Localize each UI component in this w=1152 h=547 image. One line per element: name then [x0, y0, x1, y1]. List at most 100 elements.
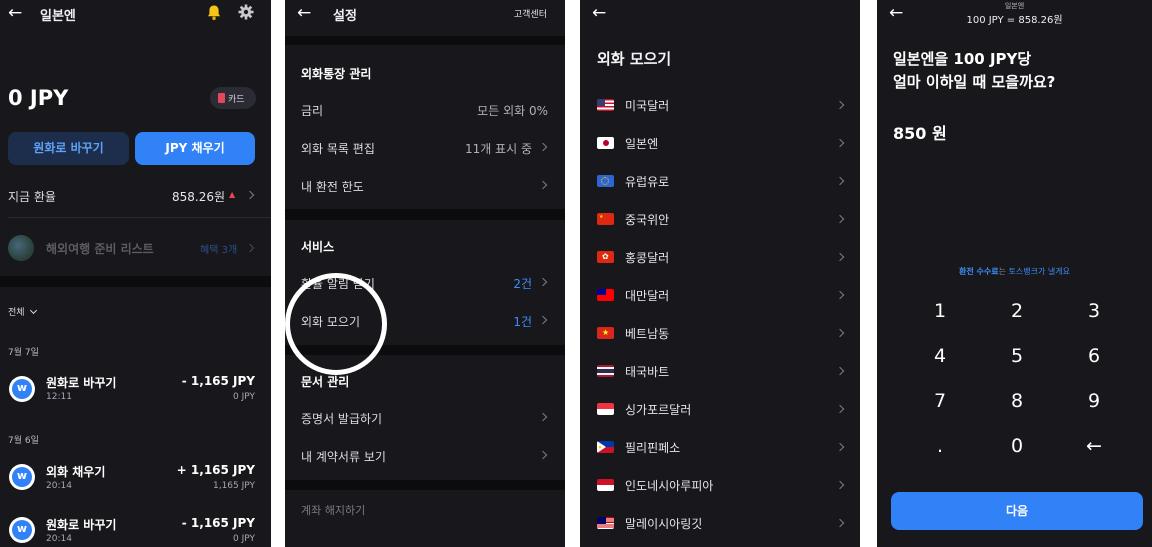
currency-item-myr[interactable]: 말레이시아링깃	[580, 509, 860, 537]
currency-item-twd[interactable]: 대만달러	[580, 281, 860, 309]
bell-icon[interactable]	[206, 4, 222, 21]
currency-name: 싱가포르달러	[625, 403, 692, 417]
convert-to-krw-button[interactable]: 원화로 바꾸기	[8, 132, 129, 165]
chevron-right-icon	[538, 450, 548, 460]
back-button[interactable]: ←	[297, 3, 311, 23]
currency-item-vnd[interactable]: ★ 베트남동	[580, 319, 860, 347]
fee-note-text: 는	[998, 267, 1009, 276]
issue-certificate-row[interactable]: 증명서 발급하기	[285, 403, 565, 433]
exchange-limit-row[interactable]: 내 환전 한도	[285, 171, 565, 201]
page-title: 외화 모으기	[597, 50, 672, 68]
currency-item-php[interactable]: 필리핀페소	[580, 433, 860, 461]
key-3[interactable]: 3	[1064, 300, 1124, 322]
date-header: 7월 7일	[8, 348, 39, 358]
benefit-count: 혜택 3개	[200, 245, 238, 256]
exchange-rate-row[interactable]: 지금 환율 858.26원 ▲	[0, 180, 271, 210]
row-label: 증명서 발급하기	[301, 412, 383, 426]
back-button[interactable]: ←	[592, 3, 606, 23]
transaction-row[interactable]: w 원화로 바꾸기 20:14 - 1,165 JPY 0 JPY	[0, 512, 271, 547]
currency-item-thb[interactable]: 태국바트	[580, 357, 860, 385]
next-button[interactable]: 다음	[891, 492, 1143, 530]
row-value: 11개 표시 중	[464, 142, 532, 156]
card-icon	[218, 93, 225, 103]
currency-item-hkd[interactable]: ✿ 홍콩달러	[580, 243, 860, 271]
key-9[interactable]: 9	[1064, 390, 1124, 412]
currency-name: 대만달러	[625, 289, 670, 303]
currency-item-sgd[interactable]: 싱가포르달러	[580, 395, 860, 423]
travel-prep-row[interactable]: 해외여행 준비 리스트 혜택 3개	[0, 232, 271, 262]
date-header: 7월 6일	[8, 436, 39, 446]
transaction-row[interactable]: w 외화 채우기 20:14 + 1,165 JPY 1,165 JPY	[0, 459, 271, 497]
key-1[interactable]: 1	[910, 300, 970, 322]
transaction-title: 외화 채우기	[46, 465, 106, 479]
transaction-amount: - 1,165 JPY	[181, 516, 255, 530]
interest-rate-row[interactable]: 금리 모든 외화 0%	[285, 95, 565, 125]
settings-screen: ← 설정 고객센터 외화통장 관리 금리 모든 외화 0% 외화 목록 편집 1…	[285, 0, 565, 547]
key-2[interactable]: 2	[987, 300, 1047, 322]
row-label: 금리	[301, 104, 324, 118]
currency-item-idr[interactable]: 인도네시아루피아	[580, 471, 860, 499]
rate-value: 858.26원	[172, 190, 226, 204]
transaction-amount: + 1,165 JPY	[176, 463, 255, 477]
customer-center-link[interactable]: 고객센터	[514, 7, 547, 20]
currency-name: 유럽유로	[625, 175, 670, 189]
chevron-right-icon	[245, 190, 255, 200]
back-button[interactable]: ←	[8, 3, 22, 23]
row-value: 모든 외화 0%	[477, 104, 548, 118]
key-8[interactable]: 8	[987, 390, 1047, 412]
section-separator	[0, 276, 271, 287]
currency-name: 미국달러	[625, 99, 670, 113]
key-4[interactable]: 4	[910, 345, 970, 367]
card-chip[interactable]: 카드	[210, 87, 256, 109]
chevron-right-icon	[835, 328, 845, 338]
balance-amount: 0 JPY	[8, 86, 69, 110]
currency-item-jpy[interactable]: 일본엔	[580, 129, 860, 157]
key-0[interactable]: 0	[987, 435, 1047, 457]
transaction-title: 원화로 바꾸기	[46, 518, 117, 532]
currency-item-cny[interactable]: ★ 중국위안	[580, 205, 860, 233]
section-title: 외화통장 관리	[301, 67, 372, 81]
ph-flag-icon	[597, 441, 614, 453]
cn-flag-icon: ★	[597, 213, 614, 225]
chevron-right-icon	[835, 442, 845, 452]
key-5[interactable]: 5	[987, 345, 1047, 367]
fill-jpy-button[interactable]: JPY 채우기	[135, 132, 255, 165]
chevron-right-icon	[538, 412, 548, 422]
chevron-right-icon	[835, 404, 845, 414]
header-currency: 일본엔	[1004, 2, 1025, 10]
chevron-right-icon	[835, 518, 845, 528]
eu-flag-icon	[597, 175, 614, 187]
key-6[interactable]: 6	[1064, 345, 1124, 367]
chevron-right-icon	[538, 142, 548, 152]
chevron-right-icon	[835, 176, 845, 186]
hk-flag-icon: ✿	[597, 251, 614, 263]
chevron-right-icon	[538, 315, 548, 325]
amount-input[interactable]: 850 원	[893, 120, 947, 144]
currency-item-eur[interactable]: 유럽유로	[580, 167, 860, 195]
section-separator	[285, 36, 565, 45]
sg-flag-icon	[597, 403, 614, 415]
card-label: 카드	[228, 95, 245, 105]
chevron-right-icon	[245, 243, 255, 253]
backspace-key[interactable]: ←	[1064, 435, 1124, 457]
transaction-time: 20:14	[46, 481, 72, 491]
key-7[interactable]: 7	[910, 390, 970, 412]
tw-flag-icon	[597, 289, 614, 301]
fee-note-sponsor: 토스뱅크가 낼게요	[1008, 267, 1070, 276]
edit-currency-list-row[interactable]: 외화 목록 편집 11개 표시 중	[285, 133, 565, 163]
currency-savings-screen: ← 외화 모으기 미국달러 일본엔 유럽유로 ★ 중국위안 ✿ 홍콩달러 대만달…	[580, 0, 860, 547]
question-line-2: 얼마 이하일 때 모을까요?	[893, 73, 1056, 91]
row-value: 2건	[513, 277, 532, 291]
transaction-row[interactable]: w 원화로 바꾸기 12:11 - 1,165 JPY 0 JPY	[0, 370, 271, 408]
transaction-icon: w	[9, 376, 35, 402]
gear-icon[interactable]	[238, 4, 254, 20]
view-contracts-row[interactable]: 내 계약서류 보기	[285, 441, 565, 471]
currency-name: 홍콩달러	[625, 251, 670, 265]
transaction-balance: 0 JPY	[233, 534, 255, 544]
jp-flag-icon	[597, 137, 614, 149]
close-account-link[interactable]: 계좌 해지하기	[301, 502, 365, 518]
key-decimal[interactable]: .	[910, 435, 970, 457]
chevron-right-icon	[835, 138, 845, 148]
currency-item-usd[interactable]: 미국달러	[580, 91, 860, 119]
filter-dropdown[interactable]: 전체	[8, 305, 38, 318]
